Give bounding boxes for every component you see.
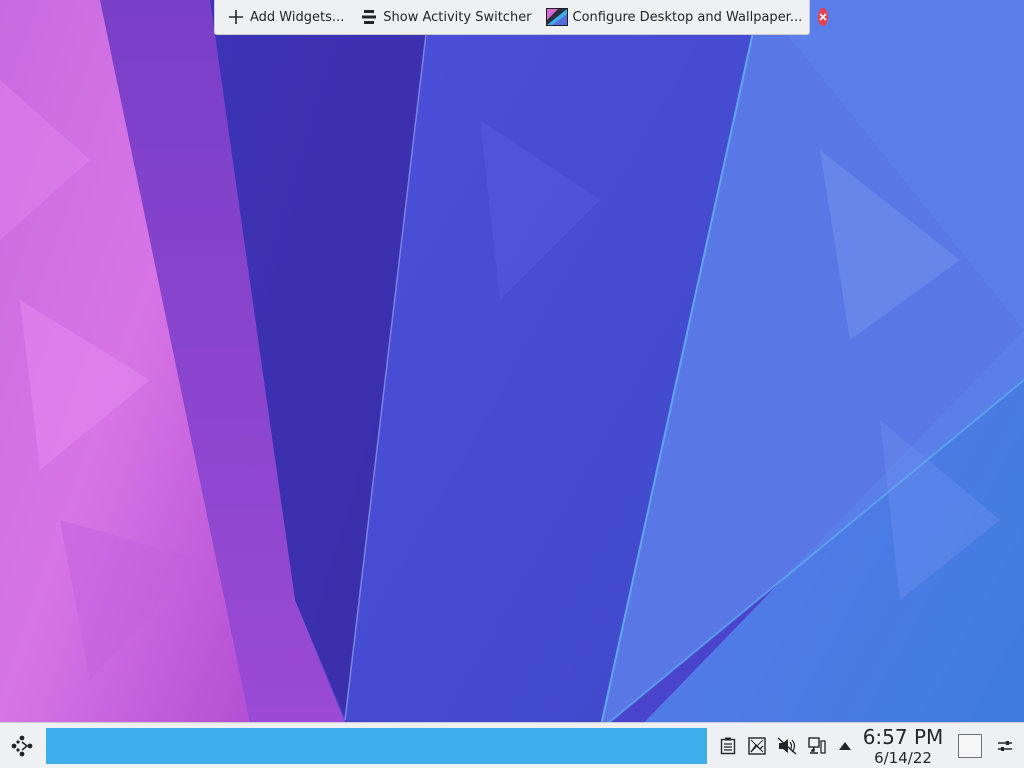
show-activity-switcher-button[interactable]: Show Activity Switcher [360, 0, 532, 34]
desktop-toolbar: Add Widgets... Show Activity Switcher Co… [214, 0, 829, 35]
configure-desktop-button[interactable]: Configure Desktop and Wallpaper... [545, 0, 803, 34]
show-desktop-button[interactable] [958, 734, 982, 758]
sliders-icon [997, 739, 1013, 753]
expand-tray-icon[interactable] [835, 736, 855, 756]
show-activity-switcher-label: Show Activity Switcher [383, 9, 532, 25]
task-manager[interactable] [46, 728, 707, 764]
desktop-wallpaper[interactable] [0, 0, 1024, 768]
close-icon [818, 12, 828, 22]
configure-desktop-label: Configure Desktop and Wallpaper... [572, 9, 803, 25]
screenshot-icon[interactable] [747, 736, 767, 756]
panel-configure-button[interactable] [995, 736, 1015, 756]
volume-muted-icon[interactable] [777, 736, 797, 756]
wallpaper-icon [545, 8, 568, 26]
clock-date: 6/14/22 [874, 749, 932, 767]
bottom-panel: 6:57 PM 6/14/22 [0, 722, 1024, 768]
clipboard-icon[interactable] [718, 736, 738, 756]
application-launcher-button[interactable] [8, 732, 36, 760]
kde-launcher-icon [9, 733, 35, 759]
digital-clock[interactable]: 6:57 PM 6/14/22 [858, 725, 948, 767]
network-icon[interactable] [807, 736, 827, 756]
add-widgets-label: Add Widgets... [250, 9, 345, 25]
plus-icon [227, 8, 245, 26]
add-widgets-button[interactable]: Add Widgets... [227, 0, 344, 34]
activities-icon [360, 8, 378, 26]
clock-time: 6:57 PM [862, 725, 944, 749]
